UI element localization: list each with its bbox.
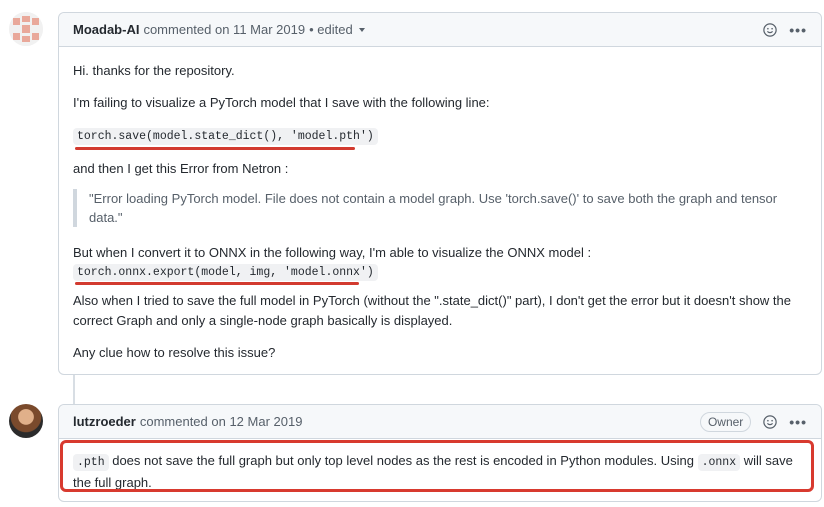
code-line: torch.onnx.export(model, img, 'model.onn… [73,261,807,283]
paragraph: I'm failing to visualize a PyTorch model… [73,95,490,110]
avatar[interactable] [9,404,43,438]
author-link[interactable]: Moadab-AI [73,22,139,37]
comment-header: Moadab-AI commented on 11 Mar 2019 • edi… [59,13,821,47]
timeline-connector [73,374,75,404]
red-underline-annotation [75,147,355,150]
edited-label: • edited [309,22,353,37]
edited-dropdown[interactable]: • edited [309,22,365,37]
smiley-icon[interactable] [763,23,778,37]
avatar[interactable] [9,12,43,46]
chevron-down-icon [358,27,365,32]
blockquote: "Error loading PyTorch model. File does … [73,189,807,227]
paragraph: Hi. thanks for the repository. [73,63,235,78]
comment-card: Moadab-AI commented on 11 Mar 2019 • edi… [58,12,822,375]
red-box-annotation [60,440,814,492]
inline-code: torch.onnx.export(model, img, 'model.onn… [73,264,378,281]
owner-badge: Owner [699,412,752,432]
kebab-menu-icon[interactable]: ••• [789,415,807,429]
paragraph: But when I convert it to ONNX in the fol… [73,245,592,260]
paragraph: and then I get this Error from Netron : [73,161,289,176]
comment-header: lutzroeder commented on 12 Mar 2019 Owne… [59,405,821,439]
comment-timestamp[interactable]: commented on 12 Mar 2019 [140,414,303,429]
paragraph: Also when I tried to save the full model… [73,293,791,328]
paragraph: Any clue how to resolve this issue? [73,345,276,360]
author-link[interactable]: lutzroeder [73,414,136,429]
header-actions: ••• [763,13,807,47]
red-underline-annotation [75,282,359,285]
kebab-menu-icon[interactable]: ••• [789,23,807,37]
header-actions: Owner ••• [699,405,807,439]
smiley-icon[interactable] [763,415,778,429]
identicon-icon [9,12,43,46]
comment-timestamp[interactable]: commented on 11 Mar 2019 [143,22,305,37]
inline-code: torch.save(model.state_dict(), 'model.pt… [73,128,378,145]
code-line: torch.save(model.state_dict(), 'model.pt… [73,125,807,147]
